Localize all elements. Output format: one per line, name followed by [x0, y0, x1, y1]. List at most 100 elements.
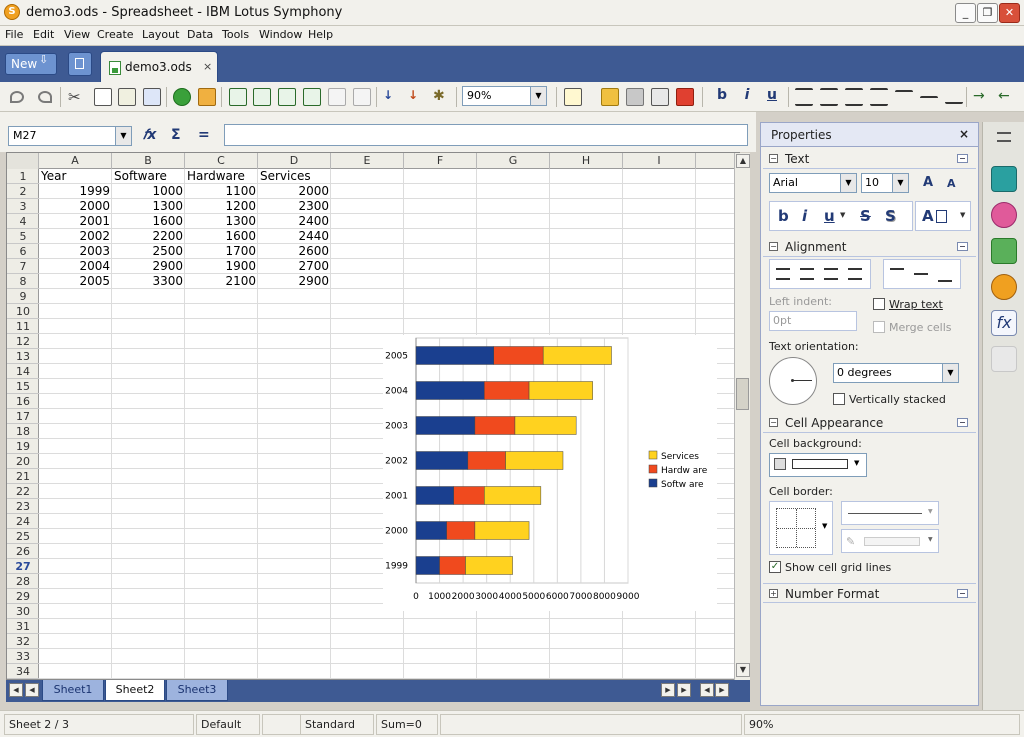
functions-icon[interactable]: fx: [991, 310, 1017, 336]
cell-B7[interactable]: 2900: [114, 259, 183, 274]
chevron-down-icon[interactable]: ▼: [840, 211, 845, 219]
last-sheet-icon[interactable]: ▶: [677, 683, 691, 697]
autofilter-icon[interactable]: ✱: [433, 88, 451, 106]
align-right-icon[interactable]: [824, 268, 838, 280]
align-bottom-icon[interactable]: [938, 278, 952, 282]
chevron-down-icon[interactable]: ▼: [840, 174, 856, 192]
new-dropdown-icon[interactable]: ⇩: [39, 53, 48, 66]
decrease-indent-icon[interactable]: ←: [998, 88, 1016, 106]
menu-data[interactable]: Data: [185, 28, 215, 41]
grow-font-button[interactable]: A: [923, 175, 933, 190]
redo-icon[interactable]: [38, 91, 52, 103]
orientation-dial[interactable]: [769, 357, 817, 405]
insert-rows-icon[interactable]: [229, 88, 247, 106]
line-style-select[interactable]: ▼: [841, 501, 939, 525]
clipart-icon[interactable]: [991, 202, 1017, 228]
align-top-icon[interactable]: [895, 90, 913, 94]
navigator-icon[interactable]: [198, 88, 216, 106]
cell-C1[interactable]: Hardware: [187, 169, 257, 184]
align-top-icon[interactable]: [890, 268, 904, 272]
chevron-down-icon[interactable]: ▼: [892, 174, 908, 192]
align-center-icon[interactable]: [800, 268, 814, 280]
paste-special-icon[interactable]: [143, 88, 161, 106]
properties-cube-icon[interactable]: [991, 166, 1017, 192]
italic-button[interactable]: i: [802, 207, 807, 225]
disabled-panel-icon[interactable]: [991, 346, 1017, 372]
cell-D3[interactable]: 2300: [260, 199, 329, 214]
justify-icon[interactable]: [848, 268, 862, 280]
delete-rows-icon[interactable]: [278, 88, 296, 106]
close-window-button[interactable]: ✕: [999, 3, 1020, 23]
vertical-scrollbar[interactable]: ▲ ▼: [734, 153, 750, 680]
chevron-down-icon[interactable]: ▼: [854, 459, 859, 467]
chevron-down-icon[interactable]: ▼: [942, 364, 958, 382]
collapse-icon[interactable]: −: [769, 418, 778, 427]
new-button[interactable]: New: [5, 53, 57, 75]
navigator-compass-icon[interactable]: [991, 274, 1017, 300]
font-color-button[interactable]: A: [922, 207, 934, 225]
line-color-select[interactable]: ✎ ▼: [841, 529, 939, 553]
cell-A8[interactable]: 2005: [41, 274, 110, 289]
italic-button[interactable]: i: [738, 87, 756, 103]
cell-C6[interactable]: 1700: [187, 244, 256, 259]
orientation-select[interactable]: 0 degrees ▼: [833, 363, 959, 383]
embedded-chart[interactable]: 0 1000 2000 3000 4000 5000 6000 7000 8000 9000 199…: [383, 335, 717, 611]
cell-D1[interactable]: Services: [260, 169, 330, 184]
sum-button[interactable]: Σ: [171, 127, 181, 143]
spreadsheet-grid[interactable]: A B C D E F G H I 1 2 3 4 5 6 7 8 9 10 11 12 13 14 15 1…: [6, 152, 740, 680]
menu-window[interactable]: Window: [257, 28, 304, 41]
scroll-thumb[interactable]: [736, 378, 749, 410]
menu-tools[interactable]: Tools: [220, 28, 251, 41]
sort-ascending-icon[interactable]: ↓: [383, 88, 401, 106]
open-folder-icon[interactable]: [601, 88, 619, 106]
cell-C8[interactable]: 2100: [187, 274, 256, 289]
cell-B8[interactable]: 3300: [114, 274, 183, 289]
align-center-icon[interactable]: [820, 88, 838, 106]
cell-A7[interactable]: 2004: [41, 259, 110, 274]
underline-button[interactable]: u: [824, 207, 835, 225]
paste-icon[interactable]: [118, 88, 136, 106]
chart-icon[interactable]: [173, 88, 191, 106]
function-button[interactable]: =: [198, 127, 210, 143]
cut-icon[interactable]: ✂: [68, 88, 86, 106]
name-box[interactable]: M27 ▼: [8, 126, 132, 146]
cell-D5[interactable]: 2440: [260, 229, 329, 244]
align-middle-icon[interactable]: [920, 96, 938, 100]
increase-indent-icon[interactable]: →: [973, 88, 991, 106]
merge-icon[interactable]: [328, 88, 346, 106]
merge-cells-checkbox[interactable]: [873, 321, 885, 333]
insert-columns-icon[interactable]: [253, 88, 271, 106]
text-section-header[interactable]: − Text: [763, 149, 976, 169]
menu-create[interactable]: Create: [95, 28, 136, 41]
font-name-select[interactable]: Arial ▼: [769, 173, 857, 193]
collapse-icon[interactable]: −: [769, 154, 778, 163]
chevron-down-icon[interactable]: ▼: [928, 536, 933, 543]
sidebar-menu-icon[interactable]: [997, 132, 1011, 142]
alignment-section-header[interactable]: − Alignment: [763, 237, 976, 257]
undo-icon[interactable]: [10, 91, 24, 103]
vertically-stacked-checkbox[interactable]: [833, 393, 845, 405]
chevron-down-icon[interactable]: ▼: [115, 127, 131, 145]
cell-B4[interactable]: 1600: [114, 214, 183, 229]
align-bottom-icon[interactable]: [945, 100, 963, 104]
chevron-down-icon[interactable]: ▼: [530, 87, 546, 105]
print-icon[interactable]: [651, 88, 669, 106]
show-grid-lines-checkbox[interactable]: ✓: [769, 561, 781, 573]
next-sheet-icon[interactable]: ▶: [661, 683, 675, 697]
scroll-down-icon[interactable]: ▼: [736, 663, 750, 677]
shrink-font-button[interactable]: A: [947, 177, 956, 190]
formula-input[interactable]: [224, 124, 748, 146]
export-pdf-icon[interactable]: [676, 88, 694, 106]
wrap-text-checkbox[interactable]: [873, 298, 885, 310]
cell-D7[interactable]: 2700: [260, 259, 329, 274]
strikethrough-button[interactable]: S: [860, 207, 871, 225]
prev-sheet-icon[interactable]: ◀: [25, 683, 39, 697]
cell-D6[interactable]: 2600: [260, 244, 329, 259]
align-left-icon[interactable]: [795, 88, 813, 106]
section-minimize-icon[interactable]: [957, 242, 968, 251]
font-size-select[interactable]: 10 ▼: [861, 173, 909, 193]
document-tab-close-icon[interactable]: ×: [203, 60, 212, 73]
scroll-right-icon[interactable]: ▶: [715, 683, 729, 697]
maximize-button[interactable]: ❐: [977, 3, 998, 23]
menu-edit[interactable]: Edit: [31, 28, 56, 41]
